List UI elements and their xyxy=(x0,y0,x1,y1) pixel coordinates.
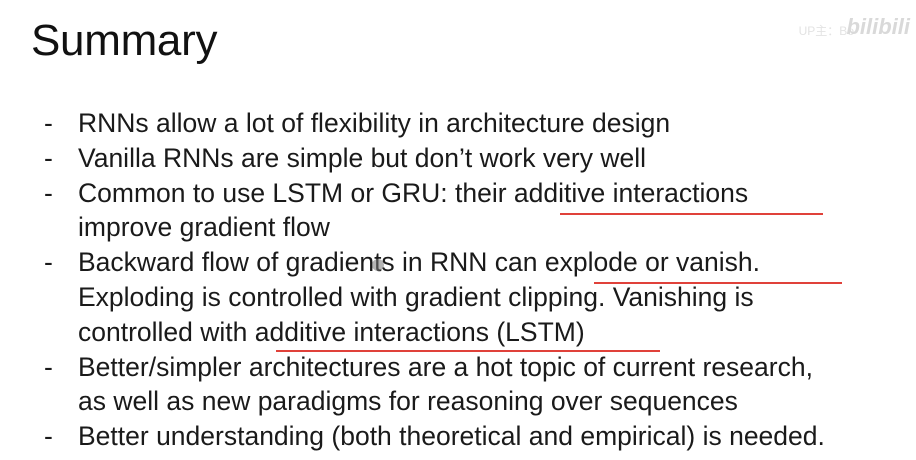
annotation-underline-additive-interactions-2 xyxy=(276,350,660,352)
bullet-dash: - xyxy=(44,351,53,382)
bullet-dash: - xyxy=(44,247,53,278)
bullet-line: Vanilla RNNs are simple but don’t work v… xyxy=(78,142,646,173)
slide: Summary UP主：Bo bilibili - RNNs allow a l… xyxy=(0,0,916,460)
bullet-line: Better understanding (both theoretical a… xyxy=(78,421,825,452)
bullet-item: - Backward flow of gradients in RNN can … xyxy=(44,245,914,349)
bullet-dash: - xyxy=(44,142,53,173)
bullet-item: - RNNs allow a lot of flexibility in arc… xyxy=(44,106,914,141)
bullet-item: - Vanilla RNNs are simple but don’t work… xyxy=(44,141,914,176)
bullet-line: improve gradient flow xyxy=(78,212,330,243)
bullet-line: Common to use LSTM or GRU: their additiv… xyxy=(78,177,749,208)
bullet-dash: - xyxy=(44,177,53,208)
bullet-line: controlled with additive interactions (L… xyxy=(78,316,585,347)
bullet-line: Better/simpler architectures are a hot t… xyxy=(78,351,813,382)
bullet-line: Exploding is controlled with gradient cl… xyxy=(78,281,754,312)
bullet-dash: - xyxy=(44,108,53,138)
mouse-cursor-icon xyxy=(372,259,384,271)
bullet-item: - Better understanding (both theoretical… xyxy=(44,419,914,454)
bullet-line: Backward flow of gradients in RNN can ex… xyxy=(78,247,760,278)
annotation-underline-additive-interactions-1 xyxy=(560,213,823,215)
bullet-list: - RNNs allow a lot of flexibility in arc… xyxy=(44,106,914,454)
slide-title: Summary xyxy=(31,16,218,65)
bullet-line: as well as new paradigms for reasoning o… xyxy=(78,386,738,417)
bullet-dash: - xyxy=(44,421,53,452)
bullet-line: RNNs allow a lot of flexibility in archi… xyxy=(78,108,671,138)
annotation-underline-explode-or-vanish xyxy=(594,282,842,284)
bullet-item: - Common to use LSTM or GRU: their addit… xyxy=(44,176,914,246)
bilibili-watermark-logo: bilibili xyxy=(846,14,910,39)
bullet-item: - Better/simpler architectures are a hot… xyxy=(44,350,914,420)
